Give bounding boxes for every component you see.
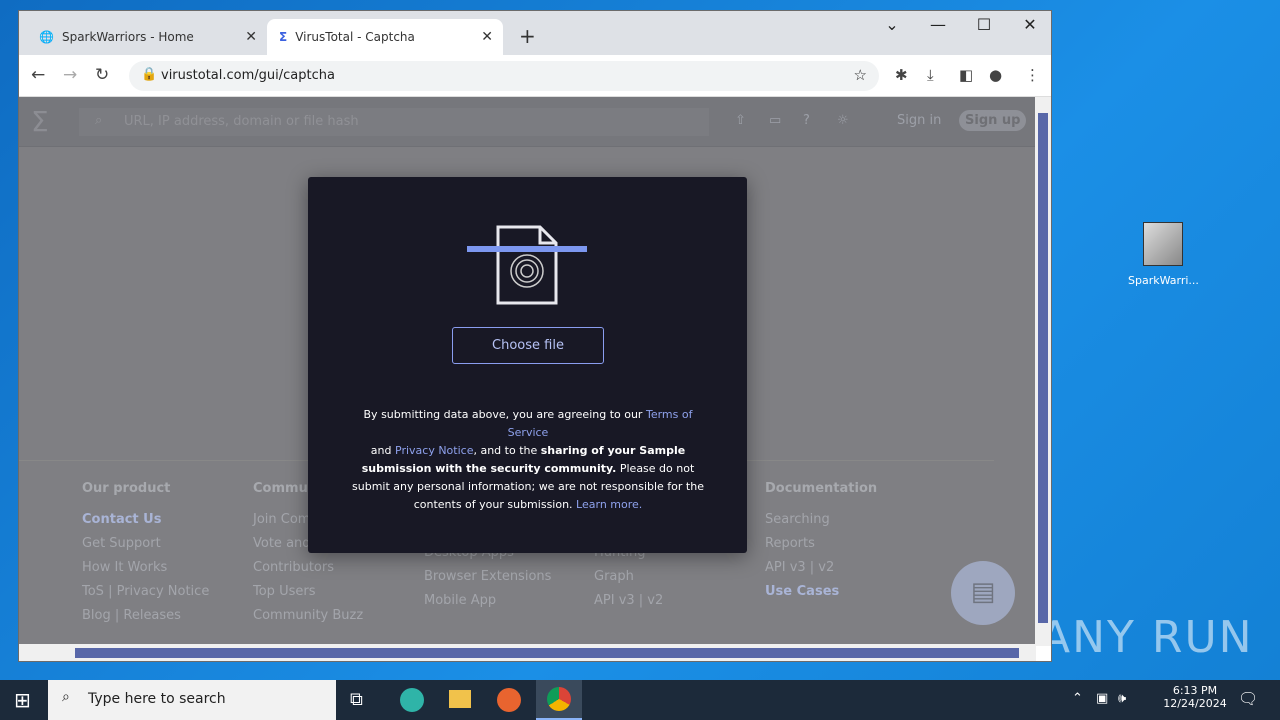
toolbar: ← → ↻ 🔒 virustotal.com/gui/captcha ☆ ✱ ⤓…	[19, 55, 1051, 97]
address-bar[interactable]: 🔒 virustotal.com/gui/captcha ☆	[129, 61, 879, 91]
footer-link[interactable]: Reports	[765, 536, 877, 553]
search-icon: ⌕	[62, 689, 70, 705]
edge-icon[interactable]	[400, 688, 424, 712]
reload-button[interactable]: ↻	[95, 65, 109, 85]
footer-link[interactable]: Searching	[765, 512, 877, 529]
footer-link[interactable]: How It Works	[82, 560, 209, 577]
extensions-icon[interactable]: ✱	[895, 66, 908, 84]
footer-col-product: Our product Contact Us Get Support How I…	[82, 481, 210, 625]
footer-link[interactable]: API v3 | v2	[765, 560, 877, 577]
new-tab-button[interactable]: +	[519, 24, 536, 48]
theme-icon[interactable]: ☼	[837, 113, 849, 128]
start-button[interactable]: ⊞	[14, 688, 31, 712]
footer-link[interactable]: Browser Extensions	[424, 569, 551, 586]
taskbar: ⊞ ⌕ Type here to search ⧉ ⌃ ▣ 🕪 6:13 PM …	[0, 680, 1280, 720]
search-input[interactable]: ⌕ URL, IP address, domain or file hash	[79, 108, 709, 136]
forward-button[interactable]: →	[63, 65, 77, 85]
site-header: Σ ⌕ URL, IP address, domain or file hash…	[19, 97, 1036, 147]
close-window-button[interactable]: ✕	[1007, 15, 1051, 34]
vertical-scrollbar[interactable]	[1035, 97, 1051, 646]
bookmark-star-icon[interactable]: ☆	[854, 66, 867, 84]
sidepanel-icon[interactable]: ◧	[959, 66, 973, 84]
horizontal-scrollbar[interactable]	[19, 644, 1036, 661]
close-tab-icon[interactable]: ✕	[481, 29, 493, 45]
upload-icon[interactable]: ⇧	[735, 113, 746, 128]
back-button[interactable]: ←	[31, 65, 45, 85]
downloads-icon[interactable]: ⤓	[927, 66, 934, 84]
footer-link[interactable]: Contact Us	[82, 512, 209, 529]
task-view-icon[interactable]: ⧉	[350, 689, 363, 710]
footer-link[interactable]: Blog | Releases	[82, 608, 209, 625]
tab-sparkwarriors[interactable]: 🌐 SparkWarriors - Home ✕	[27, 19, 267, 55]
volume-icon[interactable]: 🕪	[1118, 691, 1126, 706]
fingerprint-file-icon	[467, 225, 587, 305]
close-tab-icon[interactable]: ✕	[245, 29, 257, 45]
installer-icon	[1143, 222, 1183, 266]
terms-text: By submitting data above, you are agreei…	[352, 408, 704, 511]
choose-file-button[interactable]: Choose file	[452, 327, 604, 364]
footer-link[interactable]: Community Buzz	[253, 608, 363, 625]
captcha-dialog: Choose file By submitting data above, yo…	[308, 177, 747, 553]
footer-link[interactable]: ToS | Privacy Notice	[82, 584, 209, 601]
browser-window: 🌐 SparkWarriors - Home ✕ Σ VirusTotal - …	[18, 10, 1052, 662]
notifications-icon[interactable]: ▭	[769, 113, 781, 128]
chat-button[interactable]: ▤	[951, 561, 1015, 625]
anyrun-watermark: ANY RUN	[1040, 612, 1254, 663]
minimize-button[interactable]: —	[915, 15, 961, 34]
virustotal-icon: Σ	[279, 30, 288, 44]
privacy-notice-link[interactable]: Privacy Notice	[395, 444, 473, 457]
clock[interactable]: 6:13 PM 12/24/2024	[1162, 684, 1228, 710]
footer-link[interactable]: Use Cases	[765, 584, 877, 601]
footer-col-docs: Documentation Searching Reports API v3 |…	[765, 481, 878, 601]
file-explorer-icon[interactable]	[449, 690, 471, 708]
tab-search-button[interactable]: ⌄	[869, 15, 915, 34]
maximize-button[interactable]: ☐	[961, 15, 1007, 34]
globe-icon: 🌐	[39, 30, 54, 44]
tab-virustotal[interactable]: Σ VirusTotal - Captcha ✕	[267, 19, 503, 55]
sign-up-button[interactable]: Sign up	[959, 110, 1027, 131]
learn-more-link[interactable]: Learn more.	[576, 498, 642, 511]
desktop-icon-sparkwarriors[interactable]: SparkWarri...	[1128, 222, 1199, 287]
lock-icon: 🔒	[141, 67, 158, 82]
virustotal-logo-icon[interactable]: Σ	[31, 105, 49, 138]
chat-icon: ▤	[970, 577, 996, 607]
footer-link[interactable]: Get Support	[82, 536, 209, 553]
footer-link[interactable]: Graph	[594, 569, 663, 586]
network-icon[interactable]: ▣	[1096, 691, 1108, 706]
tray-overflow-icon[interactable]: ⌃	[1072, 691, 1083, 706]
footer-link[interactable]: Mobile App	[424, 593, 551, 610]
firefox-icon[interactable]	[497, 688, 521, 712]
tab-strip: 🌐 SparkWarriors - Home ✕ Σ VirusTotal - …	[19, 11, 1051, 55]
footer-link[interactable]: Top Users	[253, 584, 363, 601]
help-icon[interactable]: ?	[803, 113, 810, 128]
chrome-icon[interactable]	[536, 680, 582, 720]
taskbar-search[interactable]: ⌕ Type here to search	[48, 680, 336, 720]
profile-icon[interactable]: ●	[989, 66, 1002, 84]
menu-icon[interactable]: ⋮	[1025, 66, 1040, 84]
footer-link[interactable]: API v3 | v2	[594, 593, 663, 610]
notifications-icon[interactable]: 🗨	[1238, 689, 1258, 708]
sign-in-link[interactable]: Sign in	[897, 113, 941, 128]
search-icon: ⌕	[95, 113, 103, 128]
footer-link[interactable]: Contributors	[253, 560, 363, 577]
page-content: Σ ⌕ URL, IP address, domain or file hash…	[19, 97, 1036, 646]
